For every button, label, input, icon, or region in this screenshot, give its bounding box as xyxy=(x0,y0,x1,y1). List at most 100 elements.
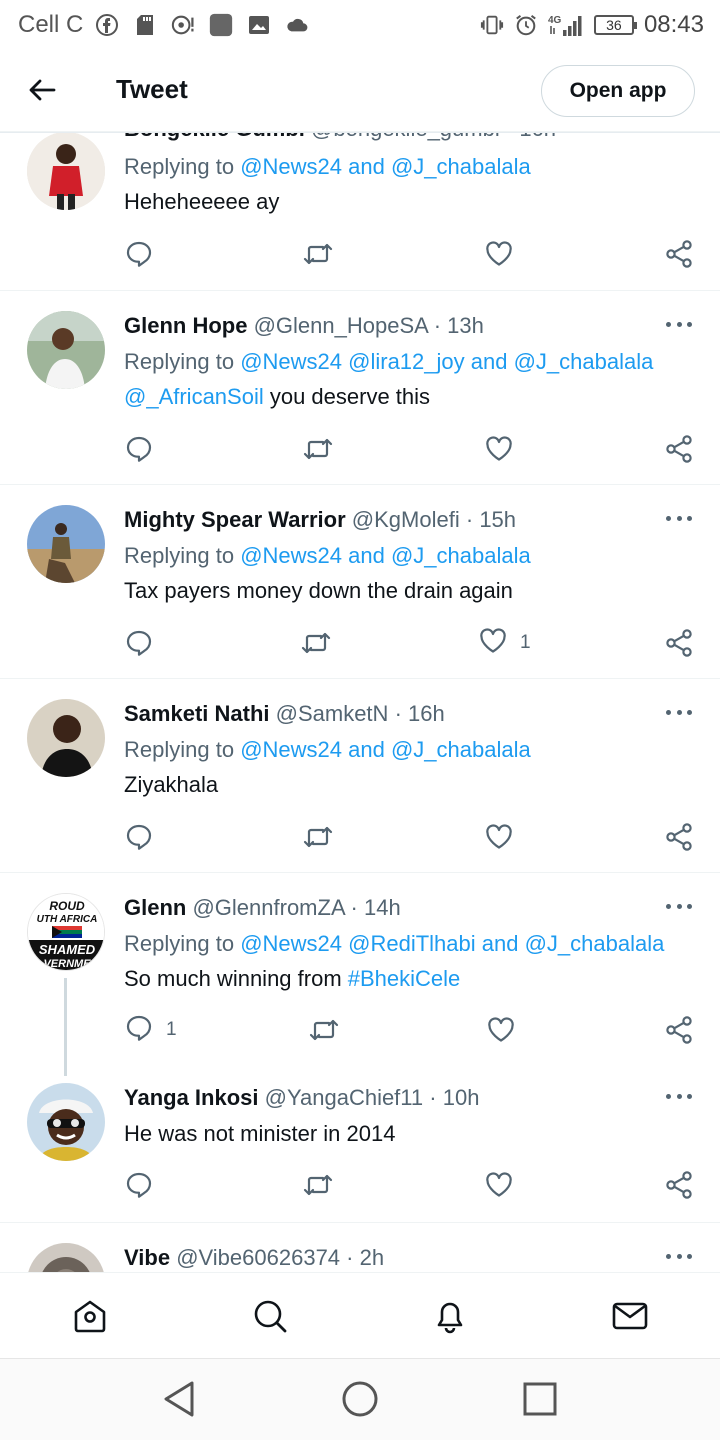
hashtag-link[interactable]: #BhekiCele xyxy=(348,966,461,991)
tweet-time[interactable]: 2h xyxy=(360,1245,384,1270)
mention-link[interactable]: @J_chabalala xyxy=(514,349,654,374)
author-name[interactable]: Vibe xyxy=(124,1245,170,1270)
replies-feed[interactable]: Bongekile Gumbi @bongekile_gumbi · 16h R… xyxy=(0,132,720,1272)
author-handle[interactable]: @KgMolefi xyxy=(352,507,460,532)
retweet-icon[interactable] xyxy=(302,434,334,464)
notifications-bell-icon[interactable] xyxy=(431,1297,469,1335)
tweet-header: Samketi Nathi @SamketN · 16h xyxy=(124,701,445,727)
more-options-icon[interactable] xyxy=(666,322,692,330)
share-icon[interactable] xyxy=(664,1170,694,1200)
messages-mail-icon[interactable] xyxy=(611,1297,649,1335)
reply-icon[interactable] xyxy=(124,434,154,464)
share-icon[interactable] xyxy=(664,1015,694,1045)
author-handle[interactable]: @Glenn_HopeSA xyxy=(254,313,428,338)
retweet-icon[interactable] xyxy=(302,1170,334,1200)
author-name[interactable]: Samketi Nathi xyxy=(124,701,270,726)
tweet-time[interactable]: 14h xyxy=(364,895,401,920)
mention-link[interactable]: @_AfricanSoil xyxy=(124,384,264,409)
more-options-icon[interactable] xyxy=(666,1254,692,1262)
tweet-item[interactable]: Vibe @Vibe60626374 · 2h xyxy=(0,1223,720,1272)
avatar[interactable] xyxy=(27,132,105,210)
reply-icon[interactable] xyxy=(124,239,154,269)
mention-link[interactable]: @News24 xyxy=(240,154,342,179)
like-icon[interactable] xyxy=(478,626,508,661)
tweet-item[interactable]: Bongekile Gumbi @bongekile_gumbi · 16h R… xyxy=(0,132,720,291)
tweet-header: Bongekile Gumbi @bongekile_gumbi · 16h xyxy=(124,132,556,142)
avatar[interactable] xyxy=(27,699,105,777)
more-options-icon[interactable] xyxy=(666,132,692,133)
tweet-item[interactable]: Glenn Hope @Glenn_HopeSA · 13h Replying … xyxy=(0,291,720,485)
avatar-text: SHAMED xyxy=(39,942,96,957)
tweet-item[interactable]: Samketi Nathi @SamketN · 16h Replying to… xyxy=(0,679,720,873)
avatar[interactable] xyxy=(27,311,105,389)
tweet-item[interactable]: ROUD UTH AFRICA SHAMED VERNME Glenn @Gle… xyxy=(0,873,720,1065)
share-icon[interactable] xyxy=(664,822,694,852)
tweet-item[interactable]: Yanga Inkosi @YangaChief11 · 10h He was … xyxy=(0,1065,720,1223)
author-name[interactable]: Mighty Spear Warrior xyxy=(124,507,346,532)
mention-link[interactable]: @lira12_joy xyxy=(348,349,465,374)
share-icon[interactable] xyxy=(664,239,694,269)
avatar-text: UTH AFRICA xyxy=(37,914,98,925)
avatar[interactable] xyxy=(27,505,105,583)
reply-icon[interactable] xyxy=(124,1013,154,1048)
like-icon[interactable] xyxy=(486,1015,516,1045)
separator-dot: · xyxy=(350,895,358,920)
more-options-icon[interactable] xyxy=(666,904,692,912)
author-handle[interactable]: @SamketN xyxy=(276,701,389,726)
like-icon[interactable] xyxy=(484,1170,514,1200)
tweet-time[interactable]: 16h xyxy=(519,132,556,141)
retweet-icon[interactable] xyxy=(300,628,332,658)
tweet-item[interactable]: Mighty Spear Warrior @KgMolefi · 15h Rep… xyxy=(0,485,720,679)
mention-link[interactable]: @News24 xyxy=(240,543,342,568)
share-icon[interactable] xyxy=(664,434,694,464)
author-name[interactable]: Glenn Hope xyxy=(124,313,247,338)
mention-link[interactable]: @J_chabalala xyxy=(391,543,531,568)
author-name[interactable]: Glenn xyxy=(124,895,186,920)
system-recents-icon[interactable] xyxy=(520,1379,560,1419)
replying-to: Replying to @News24 and @J_chabalala xyxy=(124,543,531,569)
tweet-time[interactable]: 13h xyxy=(447,313,484,338)
avatar[interactable] xyxy=(27,1243,105,1272)
home-icon[interactable] xyxy=(71,1297,109,1335)
open-app-button[interactable]: Open app xyxy=(541,65,695,117)
reply-icon[interactable] xyxy=(124,1170,154,1200)
more-options-icon[interactable] xyxy=(666,1094,692,1102)
reply-icon[interactable] xyxy=(124,628,154,658)
more-options-icon[interactable] xyxy=(666,516,692,524)
more-options-icon[interactable] xyxy=(666,710,692,718)
like-icon[interactable] xyxy=(484,239,514,269)
share-icon[interactable] xyxy=(664,628,694,658)
reply-button[interactable]: 1 xyxy=(124,1015,177,1045)
system-back-icon[interactable] xyxy=(160,1379,200,1419)
author-name[interactable]: Bongekile Gumbi xyxy=(124,132,305,141)
mention-link[interactable]: @J_chabalala xyxy=(525,931,665,956)
author-handle[interactable]: @Vibe60626374 xyxy=(176,1245,340,1270)
reply-icon[interactable] xyxy=(124,822,154,852)
tweet-text: @_AfricanSoil you deserve this xyxy=(124,384,430,410)
system-home-icon[interactable] xyxy=(340,1379,380,1419)
retweet-icon[interactable] xyxy=(302,822,334,852)
tweet-text: Ziyakhala xyxy=(124,772,219,797)
author-handle[interactable]: @YangaChief11 xyxy=(265,1085,424,1110)
mention-link[interactable]: @News24 xyxy=(240,737,342,762)
search-icon[interactable] xyxy=(251,1297,289,1335)
mention-link[interactable]: @News24 xyxy=(240,349,342,374)
mention-link[interactable]: @News24 xyxy=(240,931,342,956)
like-icon[interactable] xyxy=(484,822,514,852)
mention-link[interactable]: @J_chabalala xyxy=(391,154,531,179)
author-handle[interactable]: @bongekile_gumbi xyxy=(311,132,500,141)
avatar[interactable]: ROUD UTH AFRICA SHAMED VERNME xyxy=(27,893,105,971)
tweet-time[interactable]: 15h xyxy=(479,507,516,532)
avatar[interactable] xyxy=(27,1083,105,1161)
like-button[interactable]: 1 xyxy=(478,626,531,661)
mention-link[interactable]: @RediTlhabi xyxy=(348,931,476,956)
tweet-time[interactable]: 10h xyxy=(443,1085,480,1110)
mention-link[interactable]: @J_chabalala xyxy=(391,737,531,762)
author-handle[interactable]: @GlennfromZA xyxy=(192,895,344,920)
back-arrow-icon[interactable] xyxy=(26,74,58,106)
like-icon[interactable] xyxy=(484,434,514,464)
retweet-icon[interactable] xyxy=(308,1015,340,1045)
retweet-icon[interactable] xyxy=(302,239,334,269)
tweet-time[interactable]: 16h xyxy=(408,701,445,726)
author-name[interactable]: Yanga Inkosi xyxy=(124,1085,259,1110)
